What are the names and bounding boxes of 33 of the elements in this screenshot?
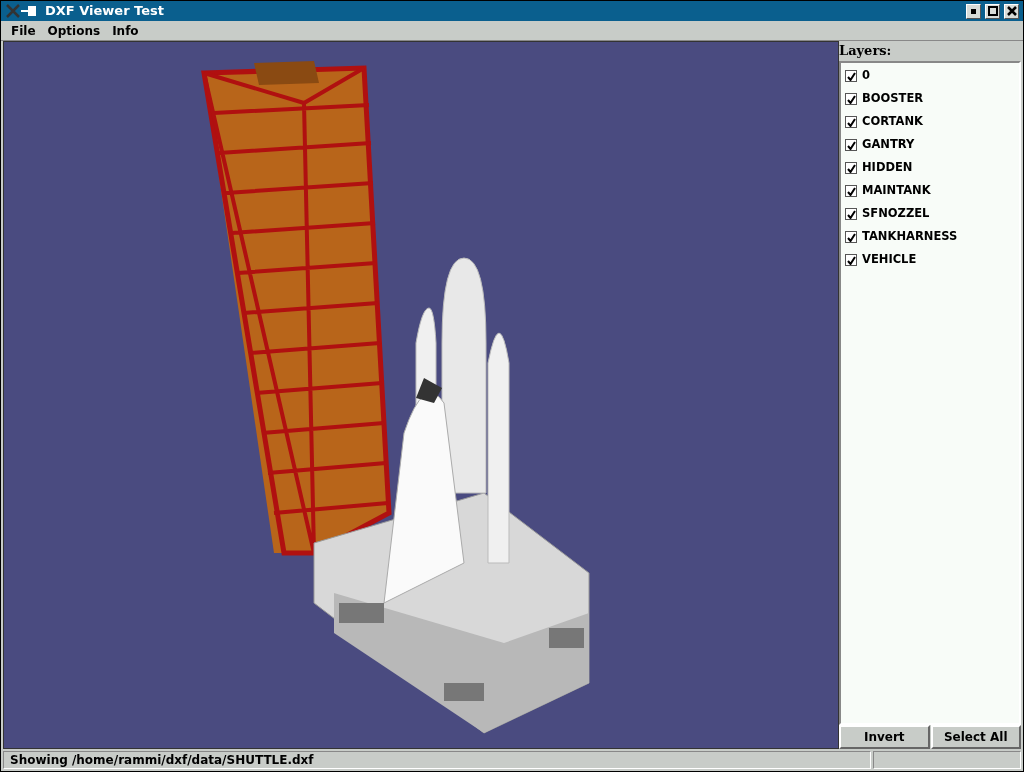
layer-label[interactable]: CORTANK: [862, 113, 923, 131]
layer-label[interactable]: TANKHARNESS: [862, 228, 958, 246]
window-title: DXF Viewer Test: [45, 2, 164, 21]
layer-checkbox[interactable]: [845, 208, 857, 220]
maximize-button[interactable]: [985, 3, 1000, 19]
menu-item[interactable]: File: [5, 21, 42, 40]
status-message: Showing /home/rammi/dxf/data/SHUTTLE.dxf: [3, 751, 871, 769]
close-icon: [1006, 6, 1017, 16]
layer-label[interactable]: MAINTANK: [862, 182, 931, 200]
menu-item[interactable]: Info: [106, 21, 145, 40]
layer-checkbox[interactable]: [845, 70, 857, 82]
layer-label[interactable]: GANTRY: [862, 136, 915, 154]
layers-heading: Layers:: [839, 42, 893, 60]
minimize-button[interactable]: [966, 3, 981, 19]
layer-checkbox[interactable]: [845, 231, 857, 243]
layer-checkbox[interactable]: [845, 162, 857, 174]
close-button[interactable]: [1004, 3, 1019, 19]
layer-checkbox[interactable]: [845, 139, 857, 151]
layer-checkbox[interactable]: [845, 254, 857, 266]
layer-checkbox[interactable]: [845, 93, 857, 105]
layer-label[interactable]: 0: [862, 67, 870, 85]
select-all-button[interactable]: Select All: [930, 725, 1021, 749]
layer-label[interactable]: VEHICLE: [862, 251, 917, 269]
layer-checkbox[interactable]: [845, 116, 857, 128]
layer-label[interactable]: HIDDEN: [862, 159, 913, 177]
layer-checkbox[interactable]: [845, 185, 857, 197]
menu-item[interactable]: Options: [41, 21, 107, 40]
maximize-icon: [987, 6, 998, 16]
layer-label[interactable]: BOOSTER: [862, 90, 924, 108]
3d-viewport[interactable]: [3, 41, 839, 749]
minimize-icon: [971, 8, 976, 14]
layer-label[interactable]: SFNOZZEL: [862, 205, 930, 223]
invert-button[interactable]: Invert: [839, 725, 930, 749]
